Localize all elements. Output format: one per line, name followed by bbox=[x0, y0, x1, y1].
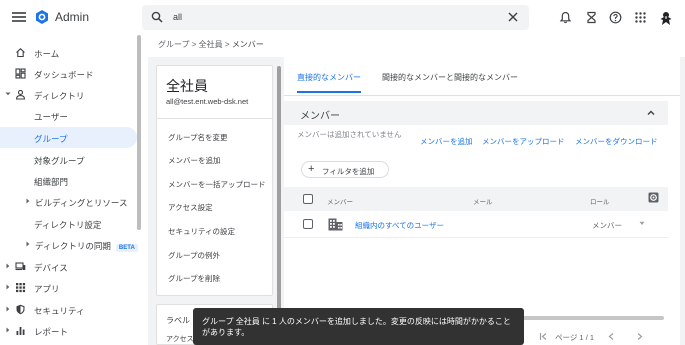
chevron-down-icon[interactable] bbox=[639, 221, 645, 226]
sidebar-item-directory-settings[interactable]: ディレクトリ設定 bbox=[0, 213, 137, 234]
members-section-header[interactable]: メンバー bbox=[284, 101, 668, 125]
column-header-role[interactable]: ロール bbox=[590, 196, 610, 206]
sidebar-item-reports[interactable]: レポート bbox=[0, 320, 137, 341]
download-members-button[interactable]: メンバーをダウンロード bbox=[575, 136, 658, 147]
labels-access: アクセス bbox=[166, 336, 194, 343]
add-filter-button[interactable]: + フィルタを追加 bbox=[301, 161, 389, 178]
table-header: メンバー メール ロール bbox=[284, 187, 668, 211]
add-member-button[interactable]: メンバーを追加 bbox=[420, 136, 473, 147]
chevron-right-icon bbox=[26, 241, 30, 247]
member-name-link[interactable]: 組織内のすべてのユーザー bbox=[355, 220, 444, 231]
active-tab-indicator bbox=[297, 91, 361, 93]
search-input[interactable]: all bbox=[173, 12, 182, 22]
sidebar-item-home[interactable]: ホーム bbox=[0, 42, 137, 63]
apps-icon bbox=[16, 283, 26, 293]
sidebar-item-directory[interactable]: ディレクトリ bbox=[0, 84, 137, 105]
plus-icon: + bbox=[308, 163, 315, 175]
gear-icon[interactable] bbox=[648, 192, 659, 203]
sidebar-item-dashboard[interactable]: ダッシュボード bbox=[0, 63, 137, 84]
apps-grid-icon[interactable] bbox=[634, 11, 647, 24]
help-icon[interactable] bbox=[609, 11, 622, 24]
row-checkbox[interactable] bbox=[303, 219, 313, 229]
group-info-card: 全社員 all@test.ent.web-dsk.net グループ名を変更 メン… bbox=[156, 65, 273, 296]
close-icon[interactable] bbox=[507, 11, 519, 23]
tab-direct-members[interactable]: 直接的なメンバー bbox=[297, 72, 361, 83]
breadcrumb-separator: > bbox=[191, 40, 197, 49]
chevron-right-icon bbox=[6, 263, 10, 269]
divider bbox=[157, 118, 272, 119]
group-email: all@test.ent.web-dsk.net bbox=[166, 97, 249, 106]
members-panel: 直接的なメンバー 間接的なメンバーと間接的なメンバー メンバー メンバーは追加さ… bbox=[284, 57, 680, 345]
sidebar-item-label: ディレクトリの同期 bbox=[35, 241, 111, 251]
rename-group-link[interactable]: グループ名を変更 bbox=[168, 132, 228, 143]
snackbar: グループ 全社員 に 1 人のメンバーを追加しました。変更の反映には時間がかかる… bbox=[193, 308, 524, 345]
sidebar-item-directory-sync[interactable]: ディレクトリの同期 BETA bbox=[0, 234, 138, 255]
breadcrumb: グループ > 全社員 > メンバー bbox=[158, 39, 264, 50]
labels-title: ラベル bbox=[166, 316, 190, 325]
empty-members-message: メンバーは追加されていません bbox=[297, 130, 402, 139]
column-header-email[interactable]: メール bbox=[473, 196, 493, 206]
breadcrumb-group[interactable]: 全社員 bbox=[199, 40, 223, 49]
chart-icon bbox=[16, 327, 25, 335]
tab-indirect-members[interactable]: 間接的なメンバーと間接的なメンバー bbox=[382, 72, 518, 83]
page-indicator: ページ 1 / 1 bbox=[555, 333, 595, 342]
dashboard-icon bbox=[15, 68, 26, 79]
select-all-checkbox[interactable] bbox=[303, 194, 313, 204]
sidebar-item-buildings[interactable]: ビルディングとリソース bbox=[0, 191, 137, 212]
chevron-up-icon[interactable] bbox=[646, 108, 656, 118]
app-title: Admin bbox=[55, 10, 90, 24]
beta-badge: BETA bbox=[115, 244, 138, 252]
bulk-upload-link[interactable]: メンバーを一括アップロード bbox=[168, 179, 266, 190]
sidebar-item-security[interactable]: セキュリティ bbox=[0, 299, 137, 320]
snackbar-message: グループ 全社員 に 1 人のメンバーを追加しました。変更の反映には時間がかかる… bbox=[202, 317, 511, 337]
chevron-right-icon bbox=[6, 284, 10, 290]
shield-icon bbox=[16, 304, 25, 315]
chevron-right-icon bbox=[6, 327, 10, 333]
sidebar-item-org-units[interactable]: 組織部門 bbox=[0, 170, 137, 191]
sidebar-item-users[interactable]: ユーザー bbox=[0, 105, 137, 126]
group-exceptions-link[interactable]: グループの例外 bbox=[168, 250, 220, 261]
chevron-left-icon[interactable] bbox=[607, 332, 616, 341]
person-icon bbox=[15, 89, 26, 100]
search-bar[interactable]: all bbox=[142, 5, 529, 30]
admin-logo-icon[interactable] bbox=[34, 9, 50, 25]
sidebar-item-apps[interactable]: アプリ bbox=[0, 277, 137, 298]
top-bar: Admin all bbox=[0, 0, 685, 35]
table-row[interactable]: 組織内のすべてのユーザー メンバー bbox=[284, 211, 668, 238]
sidebar: ホーム ダッシュボード ディレクトリ ユーザー グループ 対象グループ 組織部門… bbox=[0, 35, 140, 345]
delete-group-link[interactable]: グループを削除 bbox=[168, 273, 220, 284]
breadcrumb-groups[interactable]: グループ bbox=[158, 40, 190, 49]
avatar[interactable] bbox=[659, 10, 673, 26]
first-page-icon[interactable] bbox=[539, 332, 548, 341]
group-name: 全社員 bbox=[166, 78, 208, 94]
search-icon bbox=[151, 11, 163, 23]
column-header-member[interactable]: メンバー bbox=[327, 196, 353, 206]
sidebar-item-devices[interactable]: デバイス bbox=[0, 256, 137, 277]
menu-icon[interactable] bbox=[12, 10, 26, 24]
sidebar-item-groups[interactable]: グループ bbox=[0, 127, 137, 148]
chevron-right-icon bbox=[26, 198, 30, 204]
divider bbox=[284, 95, 680, 96]
home-icon bbox=[16, 48, 25, 58]
sidebar-scrollbar[interactable] bbox=[137, 35, 141, 230]
building-icon bbox=[328, 218, 343, 231]
breadcrumb-separator: > bbox=[224, 40, 230, 49]
notifications-icon[interactable] bbox=[559, 11, 572, 24]
breadcrumb-current: メンバー bbox=[231, 40, 264, 49]
content-scrollbar[interactable] bbox=[277, 66, 281, 345]
chevron-right-icon[interactable] bbox=[635, 332, 644, 341]
sidebar-item-target-groups[interactable]: 対象グループ bbox=[0, 149, 137, 170]
section-title: メンバー bbox=[300, 111, 340, 122]
access-settings-link[interactable]: アクセス設定 bbox=[168, 202, 213, 213]
devices-icon bbox=[15, 262, 26, 271]
chevron-right-icon bbox=[6, 306, 10, 312]
security-settings-link[interactable]: セキュリティの設定 bbox=[168, 226, 235, 237]
member-role[interactable]: メンバー bbox=[592, 220, 622, 231]
add-members-link[interactable]: メンバーを追加 bbox=[168, 155, 221, 166]
hourglass-icon[interactable] bbox=[585, 11, 598, 24]
chevron-down-icon bbox=[5, 92, 11, 96]
upload-members-button[interactable]: メンバーをアップロード bbox=[482, 136, 565, 147]
